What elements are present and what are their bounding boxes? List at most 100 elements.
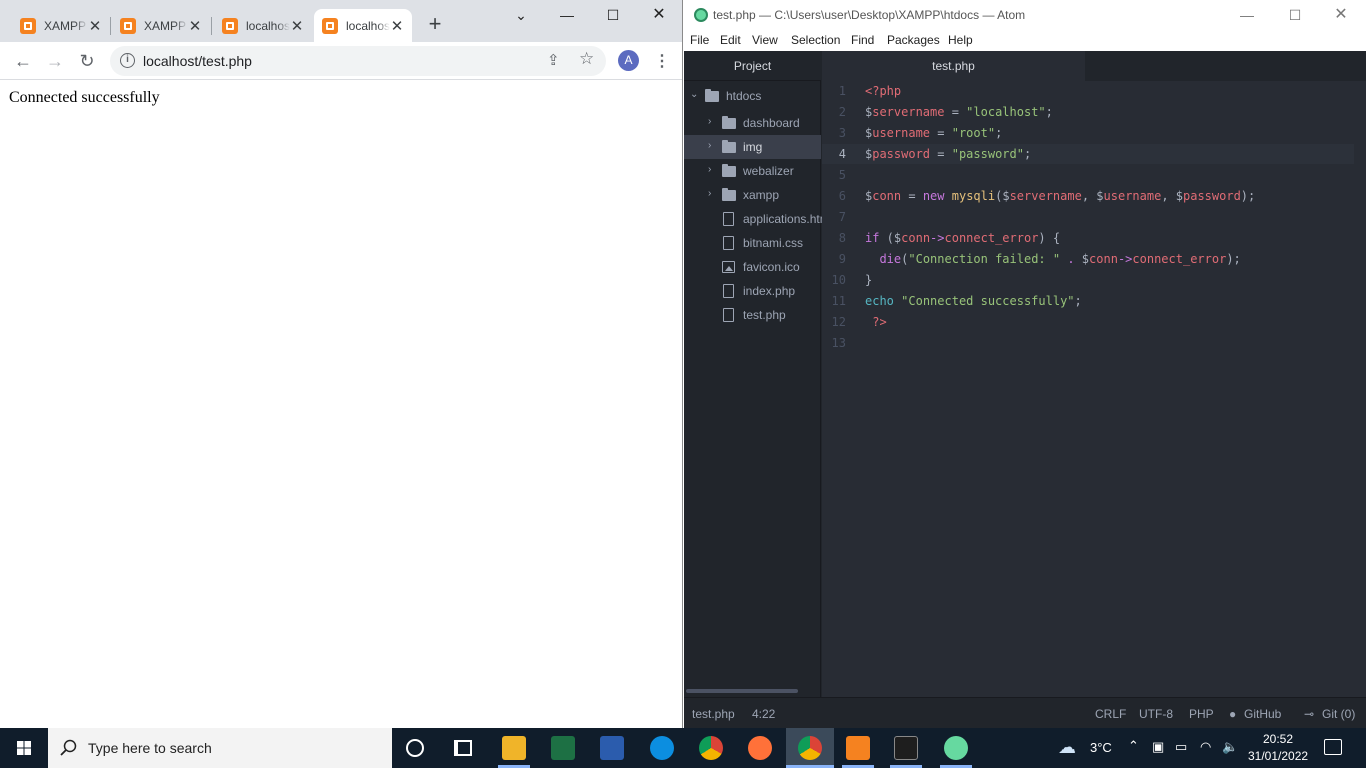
status-grammar[interactable]: PHP (1189, 707, 1214, 721)
editor-tab-bar: test.php (822, 51, 1366, 81)
cortana-circle-icon[interactable] (406, 739, 424, 757)
tree-horizontal-scrollbar[interactable] (686, 689, 798, 693)
file-explorer-icon[interactable] (502, 736, 526, 760)
close-tab-icon[interactable]: ✕ (390, 17, 404, 35)
wifi-icon[interactable]: ◠ (1200, 739, 1211, 755)
close-window-button[interactable]: ✕ (648, 4, 670, 26)
word-icon[interactable] (600, 736, 624, 760)
code-line: echo "Connected successfully"; (865, 294, 1082, 308)
image-file-icon (722, 261, 735, 273)
battery-icon[interactable]: ▭ (1175, 739, 1187, 755)
tree-item-label: webalizer (743, 164, 794, 178)
browser-tab-4-active[interactable]: localhost ✕ (314, 9, 412, 42)
close-window-button[interactable]: ✕ (1330, 4, 1352, 26)
browser-tab-3[interactable]: localhost ✕ (214, 9, 312, 42)
browser-tab-2[interactable]: XAMPP ✕ (112, 9, 210, 42)
line-number-current: 4 (838, 147, 846, 161)
tree-item-test-php[interactable]: test.php (684, 303, 821, 327)
meet-now-icon[interactable]: ▣ (1152, 739, 1164, 755)
excel-icon[interactable] (551, 736, 575, 760)
tree-item-dashboard[interactable]: › dashboard (684, 111, 821, 135)
file-icon (723, 284, 734, 298)
status-github[interactable]: GitHub (1244, 707, 1281, 721)
xampp-favicon-icon (120, 17, 136, 34)
new-tab-button[interactable]: + (424, 13, 446, 36)
file-icon (723, 308, 734, 322)
menu-help[interactable]: Help (948, 33, 973, 47)
tree-root-folder[interactable]: ⌄ htdocs (684, 84, 821, 108)
tree-item-label: htdocs (726, 89, 762, 103)
reload-icon[interactable]: ↻ (76, 50, 98, 72)
xampp-favicon-icon (222, 17, 238, 34)
close-tab-icon[interactable]: ✕ (188, 17, 202, 35)
clock-date[interactable]: 31/01/2022 (1248, 749, 1308, 763)
menu-packages[interactable]: Packages (887, 33, 940, 47)
share-icon[interactable]: ⇪ (547, 51, 560, 69)
start-button[interactable] (0, 728, 48, 768)
chevron-right-icon: › (708, 140, 712, 151)
taskbar-search-box[interactable]: Type here to search (48, 728, 392, 768)
notification-center-icon[interactable] (1324, 739, 1342, 755)
edge-icon[interactable] (650, 736, 674, 760)
menu-view[interactable]: View (752, 33, 778, 47)
xampp-favicon-icon (20, 17, 36, 34)
menu-find[interactable]: Find (851, 33, 874, 47)
chrome-profile-icon[interactable] (798, 736, 822, 760)
status-encoding[interactable]: UTF-8 (1139, 707, 1173, 721)
tree-item-favicon-ico[interactable]: favicon.ico (684, 255, 821, 279)
chrome-icon[interactable] (699, 736, 723, 760)
forward-arrow-icon[interactable]: → (44, 50, 66, 72)
minimize-button[interactable]: — (556, 4, 578, 26)
volume-icon[interactable]: 🔈 (1222, 739, 1238, 755)
tree-item-xampp[interactable]: › xampp (684, 183, 821, 207)
weather-cloud-icon[interactable]: ☁ (1058, 737, 1076, 758)
code-line: $username = "root"; (865, 126, 1003, 140)
tree-item-index-php[interactable]: index.php (684, 279, 821, 303)
task-view-icon[interactable] (454, 740, 472, 756)
editor-tab-test-php[interactable]: test.php (822, 51, 1085, 81)
browser-tab-1[interactable]: XAMPP ✕ (12, 9, 110, 42)
tree-item-img[interactable]: › img (684, 135, 821, 159)
minimize-button[interactable]: — (1236, 4, 1258, 26)
folder-icon (722, 116, 736, 129)
atom-icon[interactable] (944, 736, 968, 760)
xampp-icon[interactable] (846, 736, 870, 760)
tab-title: XAMPP (44, 18, 87, 33)
status-cursor-position[interactable]: 4:22 (752, 707, 775, 721)
status-line-ending[interactable]: CRLF (1095, 707, 1126, 721)
back-arrow-icon[interactable]: ← (12, 50, 34, 72)
tree-item-applications-html[interactable]: applications.html (684, 207, 832, 231)
menu-edit[interactable]: Edit (720, 33, 741, 47)
terminal-icon[interactable] (894, 736, 918, 760)
close-tab-icon[interactable]: ✕ (88, 17, 102, 35)
status-git[interactable]: Git (0) (1322, 707, 1355, 721)
tab-search-chevron-icon[interactable]: ⌄ (510, 4, 532, 26)
tree-item-bitnami-css[interactable]: bitnami.css (684, 231, 821, 255)
tree-item-webalizer[interactable]: › webalizer (684, 159, 821, 183)
tree-header-project[interactable]: Project (684, 51, 821, 81)
maximize-button[interactable]: ☐ (602, 4, 624, 26)
profile-avatar[interactable]: A (618, 50, 639, 71)
address-bar[interactable]: i localhost/test.php ⇪ ☆ (110, 46, 606, 76)
tray-expand-chevron-icon[interactable]: ⌃ (1128, 738, 1139, 754)
line-number: 12 (831, 315, 846, 329)
menu-selection[interactable]: Selection (791, 33, 840, 47)
site-info-icon[interactable]: i (120, 53, 135, 68)
file-icon (723, 212, 734, 226)
github-octocat-icon: ● (1229, 707, 1237, 721)
bookmark-star-icon[interactable]: ☆ (579, 49, 594, 69)
weather-temperature[interactable]: 3°C (1090, 740, 1112, 755)
close-tab-icon[interactable]: ✕ (290, 17, 304, 35)
status-file-name[interactable]: test.php (692, 707, 735, 721)
chrome-menu-kebab-icon[interactable]: ⋮ (654, 51, 670, 71)
chevron-right-icon: › (708, 164, 712, 175)
code-editor[interactable]: 1 2 3 4 5 6 7 8 9 10 11 12 13 <?php $ser… (822, 81, 1366, 697)
line-number: 8 (838, 231, 846, 245)
tab-separator (211, 17, 212, 35)
code-line: $conn = new mysqli($servername, $usernam… (865, 189, 1256, 203)
clock-time[interactable]: 20:52 (1263, 732, 1293, 746)
address-url[interactable]: localhost/test.php (143, 53, 252, 69)
maximize-button[interactable]: ☐ (1284, 4, 1306, 26)
firefox-icon[interactable] (748, 736, 772, 760)
menu-file[interactable]: File (690, 33, 709, 47)
